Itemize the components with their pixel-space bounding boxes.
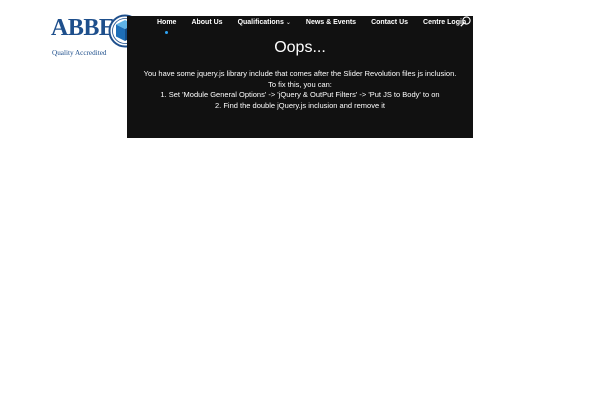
logo-tagline: Quality Accredited bbox=[52, 49, 107, 57]
page: ABBE Quality Accredited Home About Us Qu… bbox=[0, 0, 600, 400]
nav-item-label: News & Events bbox=[305, 19, 357, 26]
error-line: 1. Set 'Module General Options' -> 'jQue… bbox=[160, 90, 440, 99]
nav-item-label: Contact Us bbox=[371, 19, 409, 26]
error-line: 2. Find the double jQuery.js inclusion a… bbox=[215, 100, 385, 110]
error-title: Oops... bbox=[274, 39, 326, 56]
error-line: You have some jquery.js library include … bbox=[143, 69, 457, 78]
main-navigation: Home About Us Qualifications ⌄ News & Eve… bbox=[157, 16, 481, 34]
nav-item-qualifications[interactable]: Qualifications ⌄ bbox=[238, 17, 291, 29]
nav-item-about-us[interactable]: About Us bbox=[191, 17, 222, 29]
chevron-down-icon: ⌄ bbox=[285, 20, 291, 26]
nav-item-news-events[interactable]: News & Events bbox=[306, 17, 356, 29]
nav-item-label: Home bbox=[157, 19, 177, 26]
nav-item-label: About Us bbox=[191, 19, 223, 26]
error-message: You have some jquery.js library include … bbox=[127, 69, 473, 111]
nav-item-home[interactable]: Home bbox=[157, 17, 177, 34]
nav-item-label: Qualifications bbox=[237, 19, 284, 26]
nav-item-contact-us[interactable]: Contact Us bbox=[371, 17, 408, 29]
logo-wordmark: ABBE bbox=[51, 15, 115, 41]
error-line: To fix this, you can: bbox=[268, 79, 332, 89]
search-icon[interactable] bbox=[460, 16, 471, 27]
